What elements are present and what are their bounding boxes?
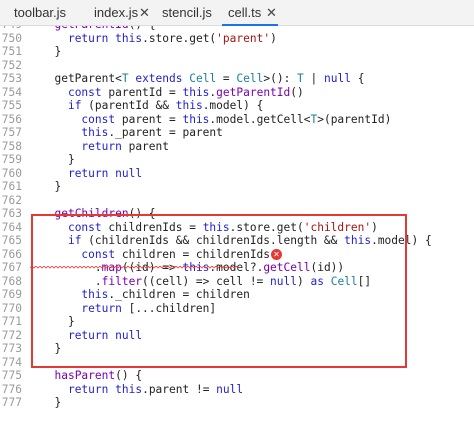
editor-tab-bar: toolbar.js index.js ✕ stencil.js cell.ts…: [0, 0, 474, 26]
line-number: 777: [1, 396, 22, 409]
line-number: 763: [1, 207, 22, 220]
code-text: }: [41, 45, 62, 58]
close-icon[interactable]: ✕: [139, 0, 150, 26]
line-number: 767: [1, 261, 22, 274]
line-number: 756: [1, 112, 22, 126]
line-number: 755: [1, 99, 22, 112]
line-number: 754: [1, 85, 22, 99]
code-text: const parent = this.model.getCell<T>(par…: [81, 112, 392, 126]
tab-toolbar-js[interactable]: toolbar.js: [6, 0, 84, 26]
code-text: return this.store.get('parent'): [67, 31, 277, 45]
line-number: 766: [1, 247, 22, 261]
code-text: }: [41, 180, 62, 193]
line-number: 758: [1, 139, 22, 153]
line-number: 768: [1, 274, 22, 288]
line-number: 760: [1, 166, 22, 180]
line-number: 759: [1, 153, 22, 166]
line-number: 765: [1, 234, 22, 247]
tab-stencil-js[interactable]: stencil.js: [154, 0, 228, 26]
code-text: }: [41, 396, 62, 409]
tab-label: cell.ts: [228, 5, 262, 20]
code-text: return null: [67, 166, 143, 180]
line-number: 775: [1, 369, 22, 382]
tab-cell-ts[interactable]: cell.ts ✕: [222, 0, 278, 26]
code-text: }: [41, 153, 75, 166]
line-number: 752: [1, 58, 22, 72]
code-text: const parentId = this.getParentId(): [67, 85, 304, 99]
line-number: 750: [1, 31, 22, 45]
line-number: 776: [1, 382, 22, 396]
error-squiggle: [30, 266, 238, 269]
code-text: return this.parent != null: [67, 382, 244, 396]
line-number: 769: [1, 288, 22, 301]
close-icon[interactable]: ✕: [266, 0, 277, 26]
code-text: this._parent = parent: [81, 126, 223, 139]
line-number: 762: [1, 193, 22, 207]
tab-label: index.js: [94, 5, 139, 20]
tab-label: toolbar.js: [14, 5, 67, 20]
line-number: 774: [1, 355, 22, 369]
line-number: 764: [1, 220, 22, 234]
code-text: getParent<T extends Cell = Cell>(): T | …: [41, 72, 365, 85]
code-text: hasParent() {: [54, 369, 143, 382]
line-number: 772: [1, 328, 22, 342]
line-number: 757: [1, 126, 22, 139]
tab-index-js[interactable]: index.js ✕: [84, 0, 154, 26]
line-number: 761: [1, 180, 22, 193]
code-text: if (parentId && this.model) {: [67, 99, 264, 112]
line-number: 751: [1, 45, 22, 58]
code-text: return parent: [81, 139, 169, 153]
line-number: 753: [1, 72, 22, 85]
line-number: 773: [1, 342, 22, 355]
tab-label: stencil.js: [162, 5, 212, 20]
highlight-box: [31, 214, 407, 368]
line-number: 771: [1, 315, 22, 328]
line-number: 770: [1, 301, 22, 315]
